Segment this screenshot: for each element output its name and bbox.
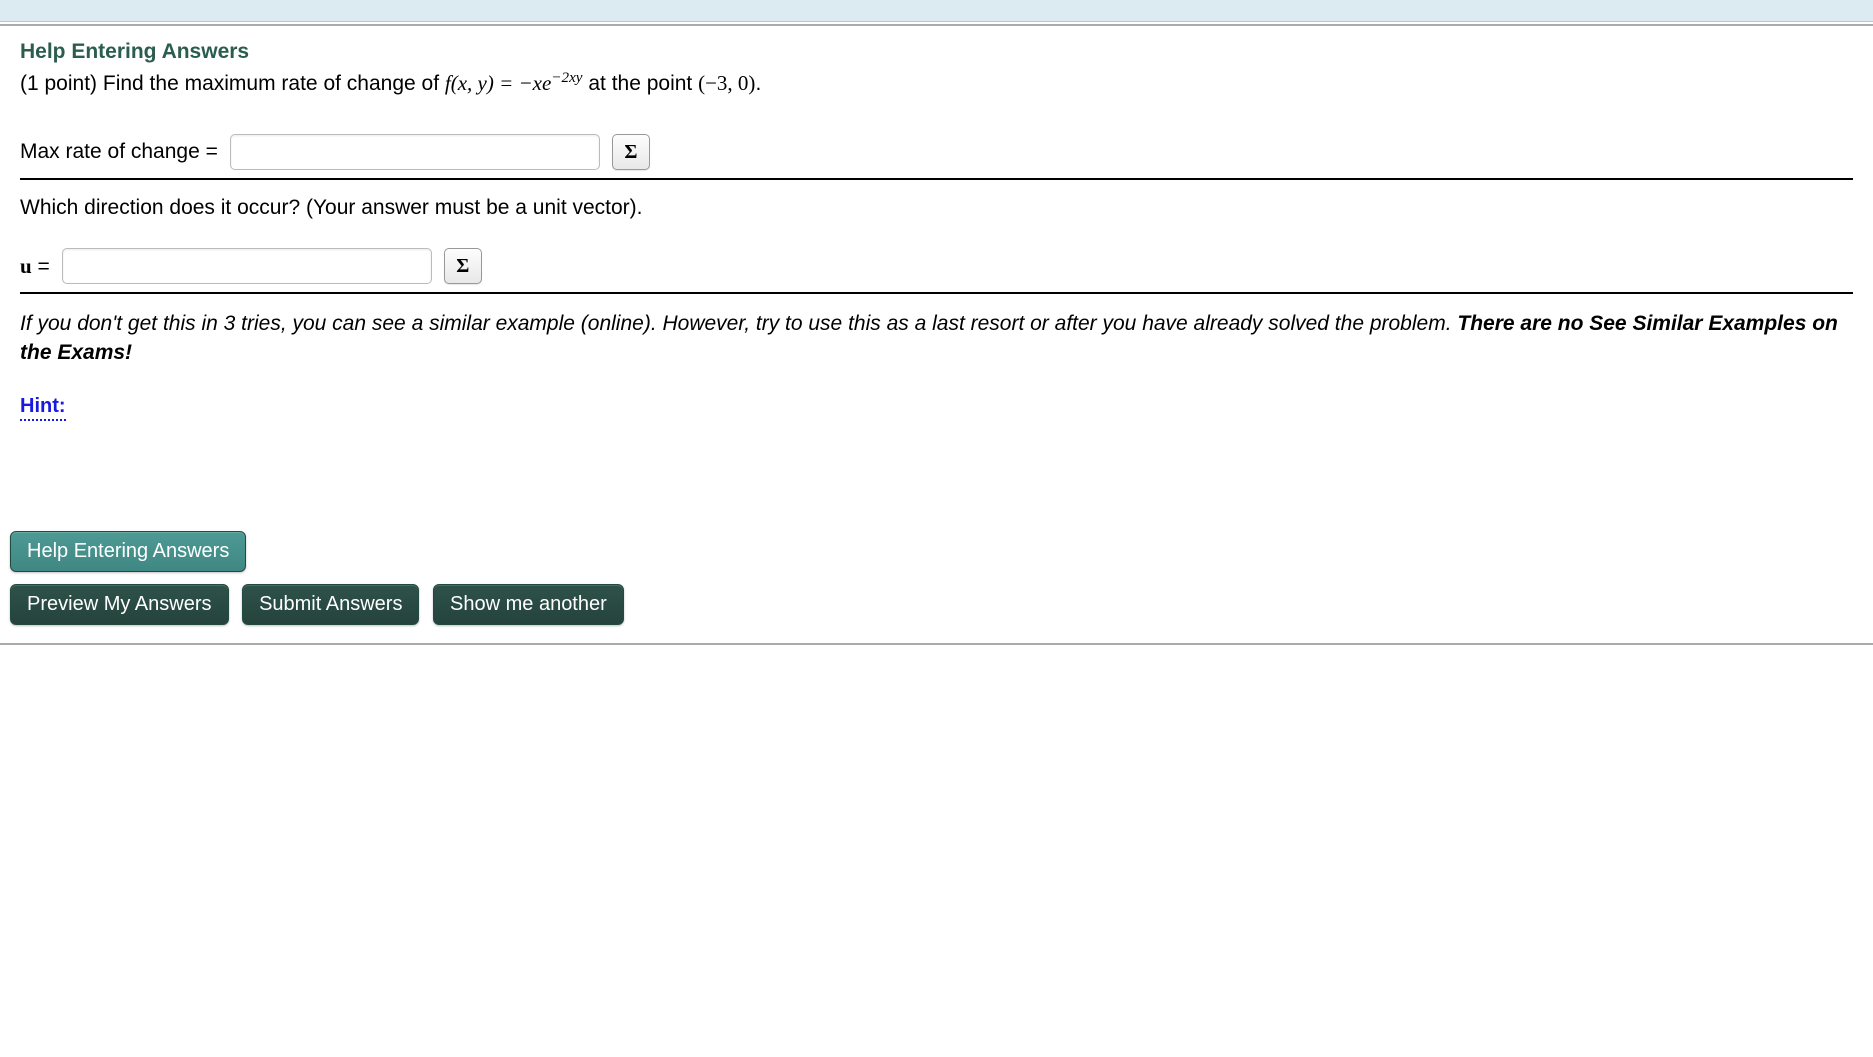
point-text: (−3, 0): [698, 71, 755, 95]
note-text: If you don't get this in 3 tries, you ca…: [20, 312, 1457, 335]
sigma-button-1[interactable]: Σ: [612, 134, 650, 170]
problem-statement: (1 point) Find the maximum rate of chang…: [20, 68, 1853, 98]
max-rate-label: Max rate of change =: [20, 140, 218, 164]
func-exponent: −2xy: [551, 70, 582, 86]
answer-row-1: Max rate of change = Σ: [20, 134, 1853, 170]
problem-content: Help Entering Answers (1 point) Find the…: [0, 26, 1873, 421]
separator-2: [20, 292, 1853, 294]
show-me-another-button[interactable]: Show me another: [433, 584, 624, 625]
top-banner: [0, 0, 1873, 22]
help-entering-answers-button[interactable]: Help Entering Answers: [10, 531, 246, 572]
func-lhs: f(x, y) =: [445, 71, 519, 95]
tries-note: If you don't get this in 3 tries, you ca…: [20, 310, 1853, 367]
separator-1: [20, 178, 1853, 180]
direction-input[interactable]: [62, 248, 432, 284]
sigma-button-2[interactable]: Σ: [444, 248, 482, 284]
hint-link[interactable]: Hint:: [20, 395, 66, 421]
at-text: at the point: [588, 72, 698, 95]
period: .: [755, 72, 761, 95]
bottom-divider: [0, 643, 1873, 645]
max-rate-input[interactable]: [230, 134, 600, 170]
submit-answers-button[interactable]: Submit Answers: [242, 584, 419, 625]
direction-question: Which direction does it occur? (Your ans…: [20, 196, 1853, 220]
help-entering-answers-heading[interactable]: Help Entering Answers: [20, 40, 1853, 64]
answer-row-2: u = Σ: [20, 248, 1853, 284]
u-label: u =: [20, 254, 50, 279]
button-bar: Help Entering Answers Preview My Answers…: [10, 531, 1873, 625]
func-rhs: −xe: [519, 71, 552, 95]
points-text: (1 point) Find the maximum rate of chang…: [20, 72, 445, 95]
u-eq: =: [32, 255, 50, 278]
preview-answers-button[interactable]: Preview My Answers: [10, 584, 229, 625]
u-symbol: u: [20, 254, 32, 278]
